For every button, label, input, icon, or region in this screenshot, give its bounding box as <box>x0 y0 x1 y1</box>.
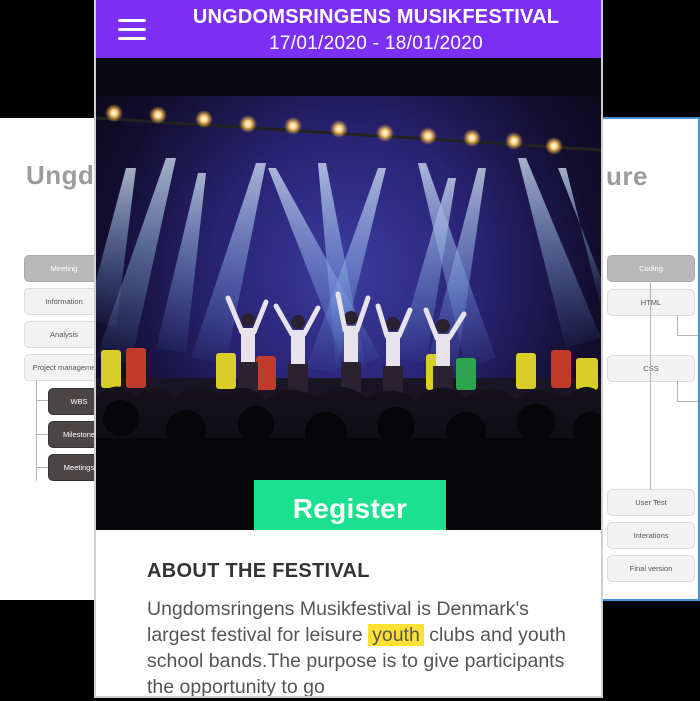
app-header: UNGDOMSRINGENS MUSIKFESTIVAL 17/01/2020 … <box>96 0 601 58</box>
node-css: CSS <box>607 355 695 382</box>
register-button[interactable]: Register <box>254 480 446 530</box>
node-user-test: User Test <box>607 489 695 516</box>
connector-line <box>36 467 48 468</box>
connector-line <box>677 381 678 401</box>
connector-line <box>677 315 678 335</box>
node-project-management: Project manageme <box>24 354 100 381</box>
node-interations: Interations <box>607 522 695 549</box>
connector-line <box>36 381 37 481</box>
node-html: HTML <box>607 289 695 316</box>
connector-line <box>677 335 698 336</box>
node-information: Information <box>24 288 100 315</box>
hamburger-menu-icon[interactable] <box>118 19 146 41</box>
node-milestone: Milestone <box>48 421 100 448</box>
slide-title-right: ure <box>606 161 648 191</box>
phone-screen: UNGDOMSRINGENS MUSIKFESTIVAL 17/01/2020 … <box>94 0 603 698</box>
highlighted-word: youth <box>368 624 424 646</box>
node-coding: Coding <box>607 255 695 282</box>
about-section: ABOUT THE FESTIVAL Ungdomsringens Musikf… <box>96 530 601 696</box>
about-text: Ungdomsringens Musikfestival is Denmark'… <box>147 596 567 696</box>
node-final-version: Final version <box>607 555 695 582</box>
about-heading: ABOUT THE FESTIVAL <box>147 560 370 582</box>
connector-line <box>650 281 651 491</box>
connector-line <box>677 401 698 402</box>
connector-line <box>36 400 48 401</box>
hero-image: Register <box>96 58 601 530</box>
node-wbs: WBS <box>48 388 100 415</box>
connector-line <box>36 434 48 435</box>
node-meeting: Meeting <box>24 255 100 282</box>
festival-dates: 17/01/2020 - 18/01/2020 <box>269 33 483 54</box>
festival-title: UNGDOMSRINGENS MUSIKFESTIVAL <box>192 6 560 28</box>
concert-stage-image <box>96 58 601 530</box>
node-meetings: Meetings <box>48 454 100 481</box>
node-analysis: Analysis <box>24 321 100 348</box>
background-slide-right: ure Coding HTML CSS User Test Interation… <box>600 117 700 601</box>
background-slide-left: Ungd Meeting Information Analysis Projec… <box>0 118 100 600</box>
slide-title-left: Ungd <box>26 160 95 190</box>
